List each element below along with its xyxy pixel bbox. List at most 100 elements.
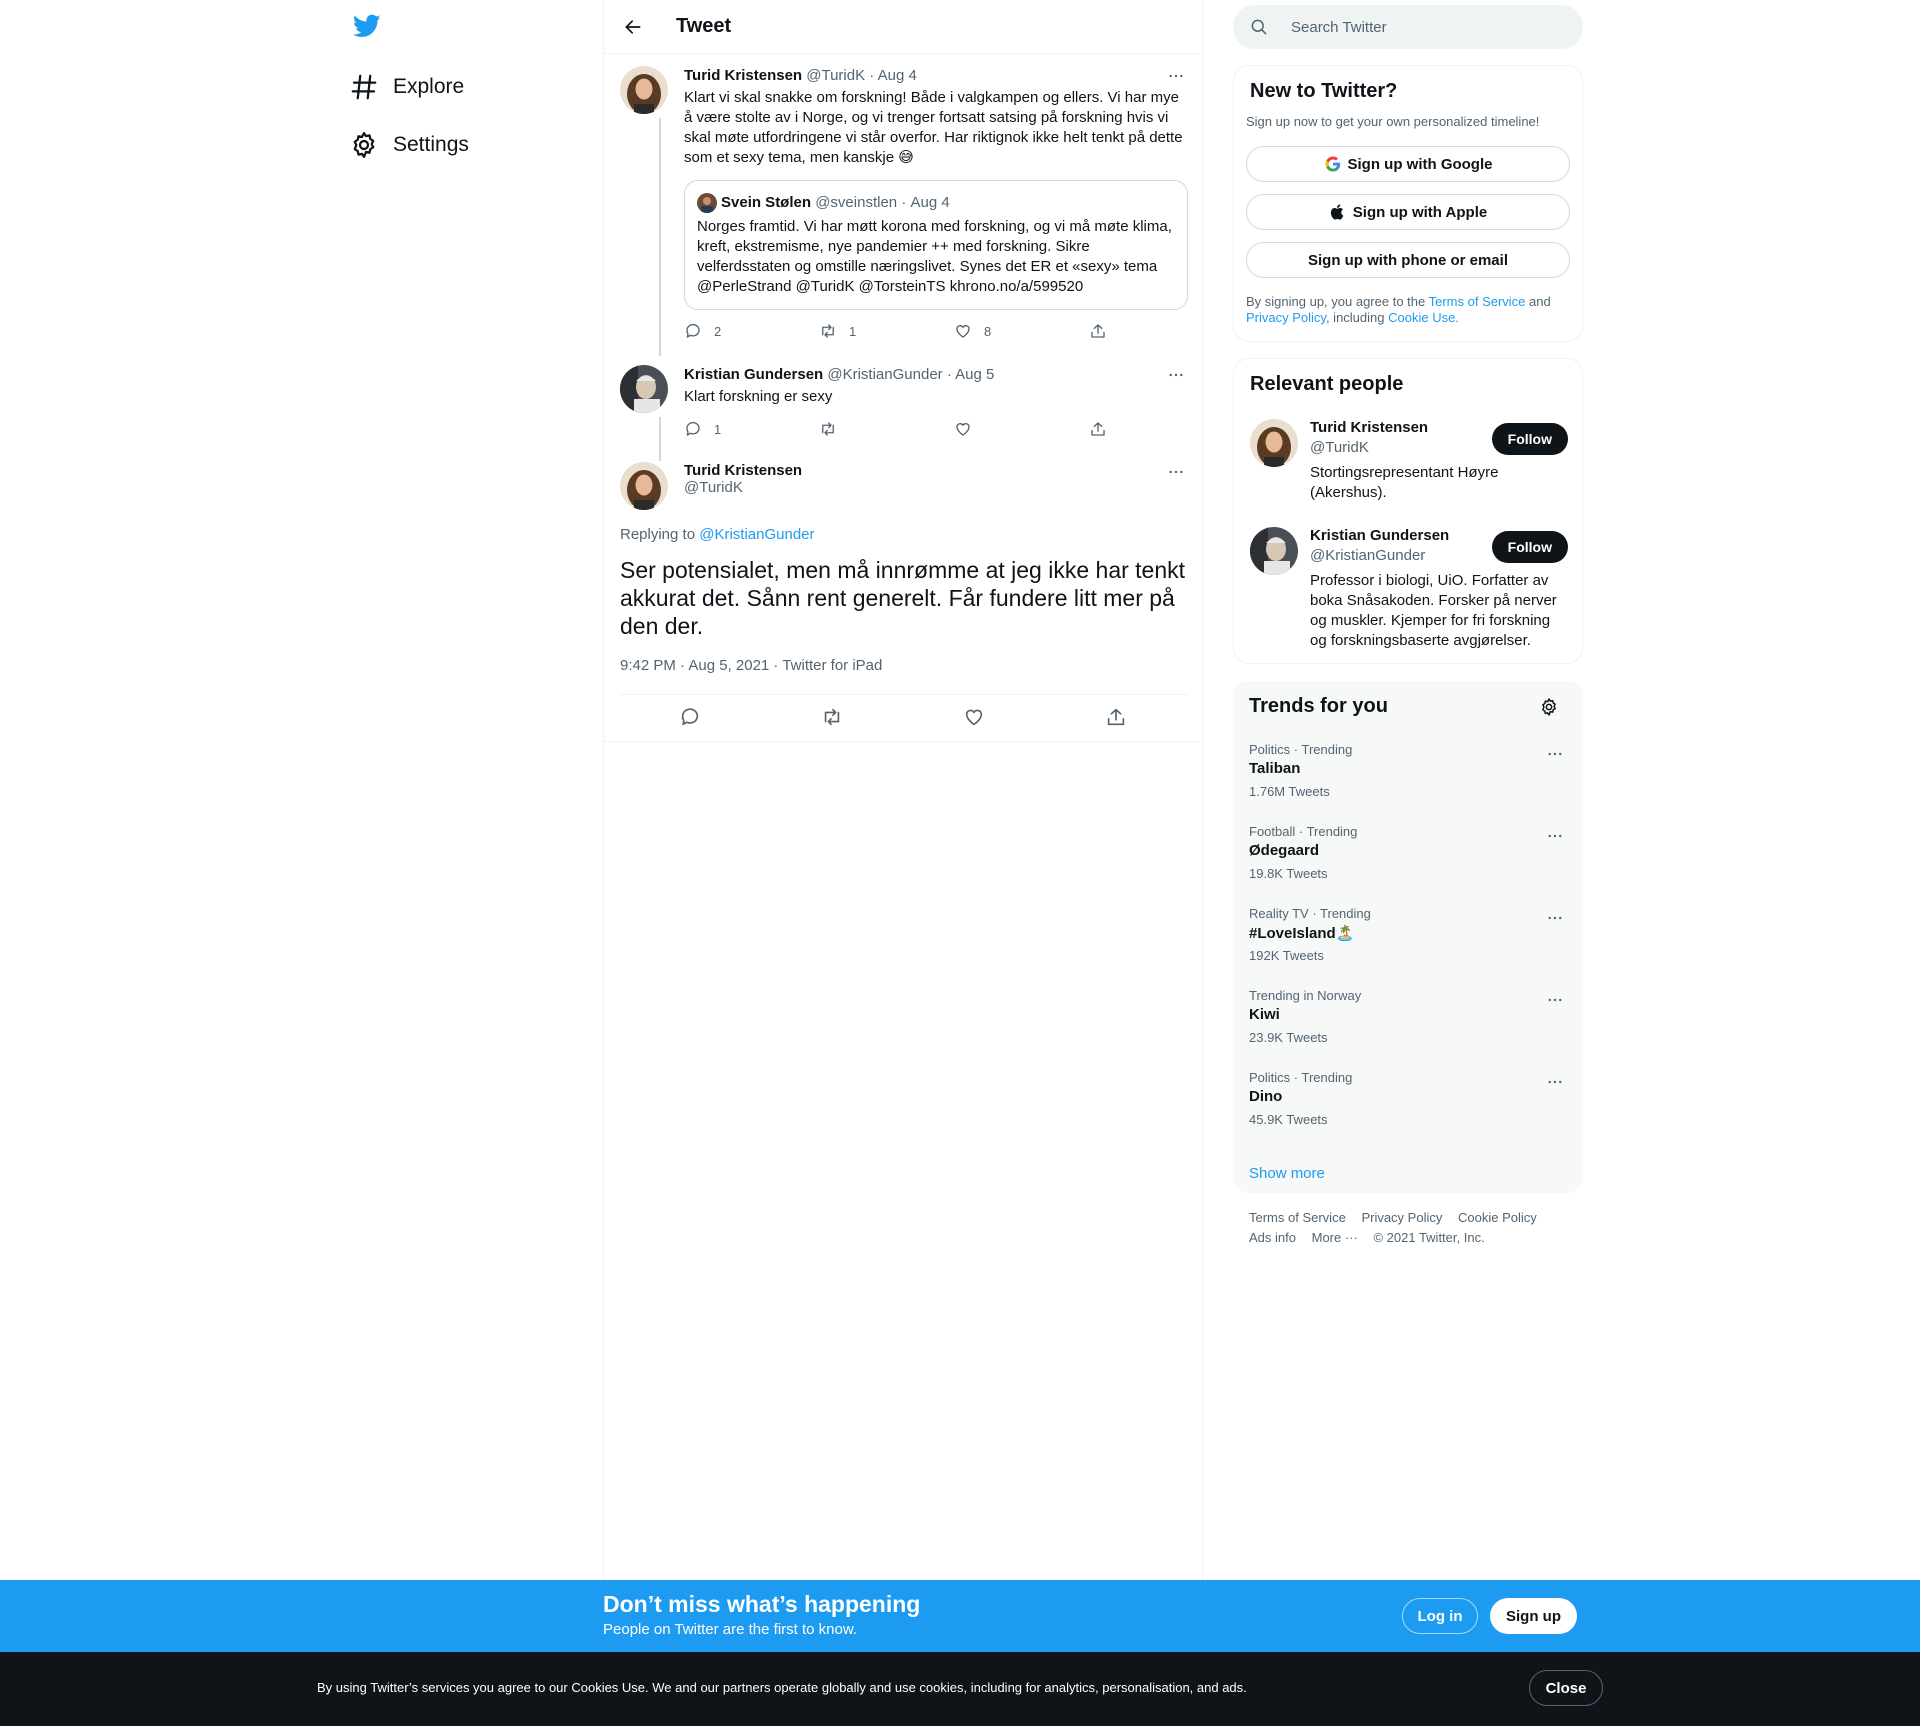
thread-tweet[interactable]: Turid Kristensen @TuridK · Aug 4 Klart v… — [620, 66, 1188, 356]
legal-text: By signing up, you agree to the — [1246, 294, 1429, 309]
retweet-button[interactable] — [819, 420, 954, 438]
trend-item[interactable]: Reality TV · Trending #LoveIsland🏝️ 192K… — [1249, 906, 1567, 988]
avatar[interactable] — [1250, 419, 1298, 467]
tweet-body: Turid Kristensen @TuridK · Aug 4 Klart v… — [684, 66, 1188, 168]
more-options-button[interactable] — [1543, 826, 1567, 846]
author-handle[interactable]: @TuridK — [684, 479, 1188, 496]
show-more-link[interactable]: Show more — [1249, 1165, 1325, 1182]
footer-link-cookie[interactable]: Cookie Policy — [1458, 1210, 1537, 1225]
trend-item[interactable]: Politics · Trending Taliban 1.76M Tweets — [1249, 742, 1567, 824]
avatar[interactable] — [1250, 527, 1298, 575]
avatar[interactable] — [620, 365, 668, 413]
footer-link-terms[interactable]: Terms of Service — [1249, 1210, 1346, 1225]
tweet-date[interactable]: Aug 4 — [878, 67, 917, 84]
trend-item[interactable]: Football · Trending Ødegaard 19.8K Tweet… — [1249, 824, 1567, 906]
trend-count: 1.76M Tweets — [1249, 784, 1330, 799]
quoted-tweet-header: Svein Stølen @sveinstlen · Aug 4 — [697, 193, 1175, 213]
quoted-tweet[interactable]: Svein Stølen @sveinstlen · Aug 4 Norges … — [684, 180, 1188, 310]
tweet-text: Klart vi skal snakke om forskning! Både … — [684, 89, 1183, 166]
tweet-date[interactable]: Aug 5 — [955, 366, 994, 383]
more-options-button[interactable] — [1543, 990, 1567, 1010]
relevant-people-title: Relevant people — [1250, 373, 1404, 395]
back-button[interactable] — [618, 12, 648, 42]
like-button[interactable] — [954, 420, 1089, 438]
heart-icon[interactable] — [963, 706, 987, 730]
person-handle[interactable]: @KristianGunder — [1310, 547, 1425, 564]
more-options-button[interactable] — [1543, 908, 1567, 928]
relevant-person[interactable]: Turid Kristensen @TuridK Stortingsrepres… — [1250, 419, 1568, 509]
reply-button[interactable]: 2 — [684, 322, 819, 340]
search-box[interactable] — [1233, 5, 1583, 49]
author-name[interactable]: Kristian Gundersen — [684, 366, 823, 383]
author-handle[interactable]: @TuridK — [806, 67, 865, 84]
login-button[interactable]: Log in — [1402, 1598, 1478, 1634]
tweet-actions: 1 — [684, 420, 1224, 438]
relevant-people-card: Relevant people Turid Kristensen @TuridK… — [1233, 358, 1583, 664]
trend-name: Ødegaard — [1249, 842, 1320, 859]
terms-link[interactable]: Terms of Service — [1429, 294, 1526, 309]
footer-link-privacy[interactable]: Privacy Policy — [1361, 1210, 1442, 1225]
thread-tweet[interactable]: Kristian Gundersen @KristianGunder · Aug… — [620, 365, 1188, 461]
more-options-button[interactable] — [1543, 744, 1567, 764]
quoted-tweet-text: Norges framtid. Vi har møtt korona med f… — [697, 218, 1172, 295]
search-input[interactable] — [1291, 18, 1551, 36]
more-options-button[interactable] — [1164, 66, 1188, 86]
author-name[interactable]: Turid Kristensen — [684, 67, 802, 84]
author-handle[interactable]: @KristianGunder — [827, 366, 942, 383]
tweet-body: Kristian Gundersen @KristianGunder · Aug… — [684, 365, 1188, 407]
trend-category: Football · Trending — [1249, 824, 1358, 839]
share-icon — [1089, 420, 1119, 438]
share-icon[interactable] — [1105, 706, 1129, 730]
share-button[interactable] — [1089, 322, 1224, 340]
signup-phone-label: Sign up with phone or email — [1307, 251, 1508, 269]
separator: · — [869, 67, 875, 84]
reply-button[interactable]: 1 — [684, 420, 819, 438]
signup-phone-email-button[interactable]: Sign up with phone or email — [1246, 242, 1570, 278]
reply-icon[interactable] — [679, 706, 703, 730]
retweet-icon[interactable] — [821, 706, 845, 730]
focal-tweet-text: Ser potensialet, men må innrømme at jeg … — [620, 557, 1186, 639]
thread-line — [659, 118, 661, 356]
trend-category: Reality TV · Trending — [1249, 906, 1371, 921]
person-handle[interactable]: @TuridK — [1310, 439, 1369, 456]
privacy-link[interactable]: Privacy Policy — [1246, 310, 1326, 325]
more-options-button[interactable] — [1164, 462, 1188, 482]
footer-link-ads[interactable]: Ads info — [1249, 1230, 1296, 1245]
follow-button[interactable]: Follow — [1491, 423, 1568, 455]
google-icon — [1324, 155, 1348, 173]
nav-settings[interactable]: Settings — [349, 120, 469, 170]
person-name[interactable]: Kristian Gundersen — [1310, 527, 1449, 544]
footer-link-more[interactable]: More ··· — [1312, 1230, 1358, 1245]
nav-explore-label: Explore — [393, 75, 465, 98]
trends-settings-button[interactable] — [1539, 697, 1559, 717]
relevant-person[interactable]: Kristian Gundersen @KristianGunder Profe… — [1250, 527, 1568, 657]
signup-google-button[interactable]: Sign up with Google — [1246, 146, 1570, 182]
footer-copyright: © 2021 Twitter, Inc. — [1373, 1230, 1485, 1245]
avatar[interactable] — [620, 66, 668, 114]
trend-item[interactable]: Trending in Norway Kiwi 23.9K Tweets — [1249, 988, 1567, 1070]
retweet-icon — [819, 322, 849, 340]
separator: · — [901, 194, 907, 211]
more-options-button[interactable] — [1164, 365, 1188, 385]
signup-button[interactable]: Sign up — [1490, 1598, 1577, 1634]
trend-item[interactable]: Politics · Trending Dino 45.9K Tweets — [1249, 1070, 1567, 1152]
twitter-bird-icon[interactable] — [351, 12, 387, 44]
person-name[interactable]: Turid Kristensen — [1310, 419, 1428, 436]
retweet-button[interactable]: 1 — [819, 322, 954, 340]
more-options-button[interactable] — [1543, 1072, 1567, 1092]
replying-to-link[interactable]: @KristianGunder — [699, 526, 814, 543]
thread-line — [659, 417, 661, 461]
author-name[interactable]: Turid Kristensen — [684, 462, 1188, 479]
avatar[interactable] — [620, 462, 668, 510]
share-button[interactable] — [1089, 420, 1224, 438]
tweet-timestamp[interactable]: 9:42 PM · Aug 5, 2021 · Twitter for iPad — [620, 657, 882, 674]
like-button[interactable]: 8 — [954, 322, 1089, 340]
cookie-close-button[interactable]: Close — [1529, 1670, 1603, 1706]
trend-name: Kiwi — [1249, 1006, 1280, 1023]
gear-icon — [349, 130, 379, 160]
reply-count: 1 — [714, 421, 722, 437]
cookie-link[interactable]: Cookie Use. — [1388, 310, 1459, 325]
signup-apple-button[interactable]: Sign up with Apple — [1246, 194, 1570, 230]
follow-button[interactable]: Follow — [1491, 531, 1568, 563]
nav-explore[interactable]: Explore — [349, 62, 464, 112]
